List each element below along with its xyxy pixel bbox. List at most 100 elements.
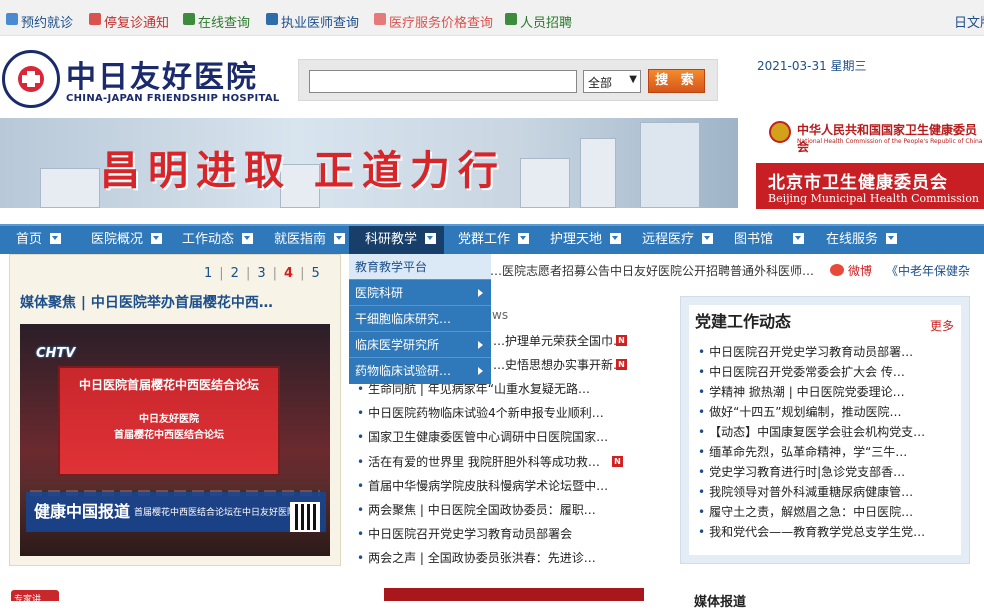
nav-news[interactable]: 工作动态 — [182, 226, 254, 254]
notice-icon — [89, 13, 101, 25]
chevron-down-icon — [425, 233, 437, 244]
nav-nursing-label: 护理天地 — [550, 232, 603, 247]
chevron-down-icon — [50, 233, 62, 244]
news-item[interactable]: …史悟思想办实事开新… — [493, 356, 633, 373]
menu-item-stem-cell[interactable]: 干细胞临床研究… — [349, 306, 491, 332]
link-clinic-suspension[interactable]: 停复诊通知 — [104, 12, 169, 31]
lower-third: 健康中国报道 首届樱花中西医结合论坛在中日友好医院举办 — [26, 492, 326, 532]
ticker-item-volunteer[interactable]: …医院志愿者招募公告 — [490, 262, 610, 279]
nav-online-service[interactable]: 在线服务 — [826, 226, 898, 254]
party-news-item[interactable]: • 中日医院召开党委常委会扩大会 传… — [698, 363, 930, 380]
nav-online-service-label: 在线服务 — [826, 232, 879, 247]
link-recruitment[interactable]: 人员招聘 — [520, 12, 572, 31]
news-item[interactable]: • 国家卫生健康委医管中心调研中日医院国家… — [357, 428, 682, 445]
nav-home-label: 首页 — [16, 232, 43, 247]
menu-item-label: 医院科研 — [355, 286, 404, 300]
nav-telemedicine-label: 远程医疗 — [642, 232, 695, 247]
stage-line2: 中日友好医院 — [139, 414, 199, 425]
menu-item-drug-trial[interactable]: 药物临床试验研… — [349, 358, 491, 384]
bj-name-cn: 北京市卫生健康委员会 — [768, 173, 948, 193]
party-news-item[interactable]: • 【动态】中国康复医学会驻会机构党支… — [698, 423, 930, 440]
nav-about-label: 医院概况 — [91, 232, 144, 247]
research-dropdown-menu: 教育教学平台 医院科研 干细胞临床研究… 临床医学研究所 药物临床试验研… — [349, 254, 491, 384]
chevron-down-icon: ▼ — [629, 74, 637, 85]
weibo-icon — [830, 264, 844, 276]
focus-photo[interactable]: CHTV 中日医院首届樱花中西医结合论坛 中日友好医院 首届樱花中西医结合论坛 … — [20, 324, 330, 556]
news-item[interactable]: • 两会聚焦 | 中日医院全国政协委员：履职… — [357, 501, 682, 518]
nav-home[interactable]: 首页 — [16, 226, 62, 254]
menu-item-clinical-institute[interactable]: 临床医学研究所 — [349, 332, 491, 358]
party-news-item[interactable]: • 中日医院召开党史学习教育动员部署… — [698, 343, 930, 360]
party-news-item[interactable]: • 党史学习教育进行时|急诊党支部香… — [698, 463, 930, 480]
news-text: 生命同航 | 年见病家年“山重水复疑无路… — [368, 382, 590, 396]
weibo-link[interactable]: 微博 — [848, 262, 872, 279]
link-doctor-query[interactable]: 执业医师查询 — [281, 12, 359, 31]
hospital-logo-icon[interactable] — [2, 50, 60, 108]
chevron-down-icon — [702, 233, 714, 244]
party-news-item[interactable]: • 做好“十四五”规划编制，推动医院… — [698, 403, 930, 420]
nav-nursing[interactable]: 护理天地 — [550, 226, 622, 254]
ticker-item-recruit[interactable]: 中日友好医院公开招聘普通外科医师… — [610, 262, 814, 279]
menu-item-hospital-research[interactable]: 医院科研 — [349, 280, 491, 306]
party-news-item[interactable]: • 我和党代会——教育教学党总支学生党… — [698, 523, 930, 540]
news-item[interactable]: • 首届中华慢病学院皮肤科慢病学术论坛暨中… — [357, 477, 682, 494]
page-5[interactable]: 5 — [311, 266, 320, 281]
chevron-down-icon — [610, 233, 622, 244]
party-more-link[interactable]: 更多 — [930, 317, 954, 334]
focus-headline[interactable]: 媒体聚焦 | 中日医院举办首届樱花中西… — [20, 292, 273, 312]
party-news-item[interactable]: • 履守土之责，解燃眉之急：中日医院… — [698, 503, 930, 520]
news-item[interactable]: • 活在有爱的世界里 我院肝胆外科等成功救… — [357, 453, 611, 470]
search-button[interactable]: 搜 索 — [648, 69, 705, 93]
nav-research-label: 科研教学 — [365, 232, 418, 247]
nhc-link[interactable]: 中华人民共和国国家卫生健康委员会 National Health Commiss… — [757, 117, 984, 154]
news-text: …护理单元荣获全国巾… — [493, 334, 626, 348]
news-text: 两会之声 | 全国政协委员张洪春：先进诊… — [368, 551, 596, 565]
new-badge-icon: N — [616, 335, 627, 346]
news-tab[interactable]: ws — [492, 308, 508, 322]
news-item[interactable]: • 中日医院召开党史学习教育动员部署会 — [357, 525, 682, 542]
nav-telemedicine[interactable]: 远程医疗 — [642, 226, 714, 254]
party-news-item[interactable]: • 我院领导对普外科減重糖尿病健康管… — [698, 483, 930, 500]
party-news-item[interactable]: • 缅革命先烈，弘革命精神，学“三牛… — [698, 443, 930, 460]
party-news-item[interactable]: • 学精神 掀热潮 | 中日医院党委理论… — [698, 383, 930, 400]
news-text: 两会聚焦 | 中日医院全国政协委员：履职… — [368, 503, 596, 517]
page-4[interactable]: 4 — [284, 266, 294, 281]
nav-library[interactable]: 图书馆 — [734, 226, 805, 254]
news-item[interactable]: • 中日医院药物临床试验4个新申报专业顺利… — [357, 404, 682, 421]
page-3[interactable]: 3 — [257, 266, 266, 281]
news-item[interactable]: …护理单元荣获全国巾… — [493, 332, 633, 349]
page-2[interactable]: 2 — [231, 266, 240, 281]
ticker-item-magazine[interactable]: 《中老年保健杂 — [886, 262, 970, 279]
link-japanese-version[interactable]: 日文版 — [954, 12, 984, 31]
page-1[interactable]: 1 — [204, 266, 213, 281]
hospital-name-cn[interactable]: 中日友好医院 — [66, 52, 258, 96]
news-item[interactable]: • 两会之声 | 全国政协委员张洪春：先进诊… — [357, 549, 682, 566]
menu-item-teaching-platform[interactable]: 教育教学平台 — [349, 254, 491, 280]
doctor-search-icon — [266, 13, 278, 25]
party-news-text: 党史学习教育进行时|急诊党支部香… — [709, 465, 906, 479]
nav-guide[interactable]: 就医指南 — [274, 226, 346, 254]
party-news-text: 履守土之责，解燃眉之急：中日医院… — [709, 505, 914, 519]
nav-party[interactable]: 党群工作 — [458, 226, 530, 254]
link-price-query[interactable]: 医疗服务价格查询 — [389, 12, 493, 31]
search-scope-select[interactable]: 全部 ▼ — [583, 70, 641, 93]
search-input[interactable] — [309, 70, 577, 93]
stage-screen: 中日医院首届樱花中西医结合论坛 中日友好医院 首届樱花中西医结合论坛 — [58, 366, 280, 476]
party-news-text: 中日医院召开党史学习教育动员部署… — [709, 345, 914, 359]
menu-item-label: 教育教学平台 — [355, 260, 428, 274]
party-news-text: 缅革命先烈，弘革命精神，学“三牛… — [709, 445, 908, 459]
link-appointment[interactable]: 预约就诊 — [21, 12, 73, 31]
news-text: 中日医院药物临床试验4个新申报专业顺利… — [368, 406, 604, 420]
search-panel: 全部 ▼ 搜 索 — [298, 59, 718, 101]
news-text: 活在有爱的世界里 我院肝胆外科等成功救… — [368, 455, 600, 469]
menu-item-label: 临床医学研究所 — [355, 338, 440, 352]
nav-about[interactable]: 医院概况 — [91, 226, 163, 254]
link-online-query[interactable]: 在线查询 — [198, 12, 250, 31]
nav-research[interactable]: 科研教学 — [349, 226, 445, 254]
recruit-icon — [505, 13, 517, 25]
chtv-logo: CHTV — [36, 346, 76, 361]
banner-slogan: 昌明进取 正道力行 — [100, 147, 506, 194]
bottom-banner[interactable] — [384, 588, 644, 601]
bj-name-en: Beijing Municipal Health Commission — [768, 192, 980, 205]
beijing-health-link[interactable]: 北京市卫生健康委员会 Beijing Municipal Health Comm… — [756, 163, 984, 209]
